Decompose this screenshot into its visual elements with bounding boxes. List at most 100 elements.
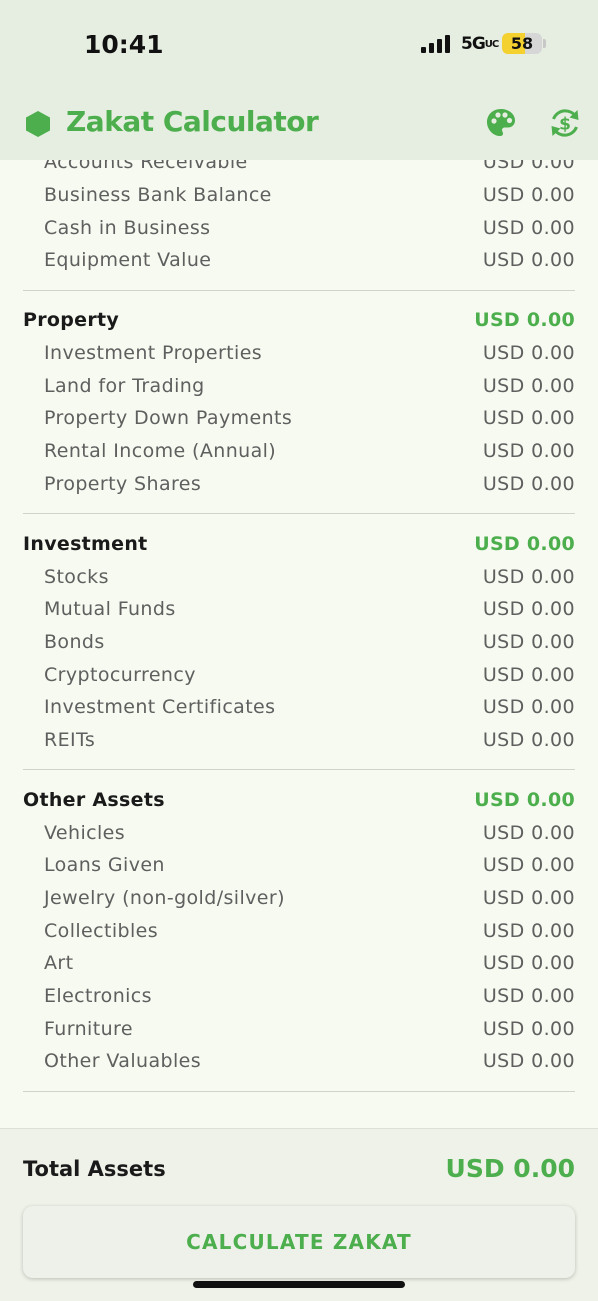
asset-row[interactable]: Vehicles USD 0.00 (0, 816, 598, 849)
svg-text:$: $ (559, 115, 571, 135)
asset-label: Equipment Value (44, 249, 212, 272)
asset-label: REITs (44, 728, 96, 751)
asset-value[interactable]: USD 0.00 (483, 664, 575, 686)
app-title: Zakat Calculator (66, 105, 319, 138)
asset-row[interactable]: Collectibles USD 0.00 (0, 914, 598, 947)
asset-label: Property Down Payments (44, 407, 293, 430)
asset-value[interactable]: USD 0.00 (483, 729, 575, 751)
category-name: Property (23, 309, 120, 332)
battery-tip (543, 39, 546, 48)
asset-row[interactable]: Electronics USD 0.00 (0, 980, 598, 1013)
asset-row[interactable]: Property Down Payments USD 0.00 (0, 402, 598, 435)
app-header: Zakat Calculator $ (0, 90, 598, 160)
asset-label: Rental Income (Annual) (44, 440, 277, 463)
asset-value[interactable]: USD 0.00 (483, 407, 575, 429)
section-divider (23, 769, 575, 771)
status-time: 10:41 (84, 30, 164, 59)
asset-label: Cryptocurrency (44, 663, 196, 686)
asset-value[interactable]: USD 0.00 (483, 440, 575, 462)
asset-row[interactable]: Loans Given USD 0.00 (0, 849, 598, 882)
asset-label: Investment Properties (44, 342, 263, 365)
asset-row[interactable]: Rental Income (Annual) USD 0.00 (0, 435, 598, 468)
category-total: USD 0.00 (474, 788, 575, 811)
asset-row[interactable]: Property Shares USD 0.00 (0, 468, 598, 501)
asset-row[interactable]: Equipment Value USD 0.00 (0, 244, 598, 277)
assets-list-inner: Accounts Receivable USD 0.00 Business Bank… (0, 160, 598, 1105)
category-total: USD 0.00 (474, 309, 575, 332)
category-section: Other Assets USD 0.00 Vehicles USD 0.00 Loan… (0, 783, 598, 1092)
category-header[interactable]: Property USD 0.00 (0, 304, 598, 337)
asset-value[interactable]: USD 0.00 (483, 696, 575, 718)
hexagon-icon (26, 111, 50, 137)
category-header[interactable]: Other Assets USD 0.00 (0, 783, 598, 816)
asset-label: Property Shares (44, 472, 202, 495)
asset-label: Jewelry (non-gold/silver) (44, 887, 285, 910)
total-assets-label: Total Assets (23, 1157, 166, 1181)
asset-value[interactable]: USD 0.00 (483, 342, 575, 364)
asset-label: Accounts Receivable (44, 160, 248, 174)
battery-icon: 58 (502, 33, 542, 54)
asset-value[interactable]: USD 0.00 (483, 985, 575, 1007)
assets-list[interactable]: Accounts Receivable USD 0.00 Business Bank… (0, 160, 598, 1128)
asset-value[interactable]: USD 0.00 (483, 473, 575, 495)
asset-row[interactable]: Land for Trading USD 0.00 (0, 369, 598, 402)
asset-label: Vehicles (44, 821, 126, 844)
section-divider (23, 1090, 575, 1092)
asset-row[interactable]: Mutual Funds USD 0.00 (0, 593, 598, 626)
asset-label: Electronics (44, 985, 152, 1008)
asset-row[interactable]: Jewelry (non-gold/silver) USD 0.00 (0, 882, 598, 915)
calculate-zakat-button[interactable]: CALCULATE ZAKAT (23, 1206, 575, 1278)
asset-row[interactable]: Business Bank Balance USD 0.00 (0, 179, 598, 212)
asset-value[interactable]: USD 0.00 (483, 1050, 575, 1072)
total-assets-value: USD 0.00 (445, 1154, 575, 1183)
asset-row[interactable]: Bonds USD 0.00 (0, 626, 598, 659)
asset-value[interactable]: USD 0.00 (483, 598, 575, 620)
categories: Property USD 0.00 Investment Properties USD… (0, 304, 598, 1092)
asset-value[interactable]: USD 0.00 (483, 249, 575, 271)
asset-label: Art (44, 952, 74, 975)
asset-row[interactable]: Cash in Business USD 0.00 (0, 211, 598, 244)
asset-value[interactable]: USD 0.00 (483, 920, 575, 942)
asset-value[interactable]: USD 0.00 (483, 822, 575, 844)
asset-value[interactable]: USD 0.00 (483, 375, 575, 397)
category-header[interactable]: Investment USD 0.00 (0, 527, 598, 560)
category-section: Property USD 0.00 Investment Properties USD… (0, 304, 598, 515)
status-bar: 10:41 5GUC 58 (0, 0, 598, 90)
asset-label: Mutual Funds (44, 598, 176, 621)
asset-value[interactable]: USD 0.00 (483, 1018, 575, 1040)
asset-value[interactable]: USD 0.00 (483, 631, 575, 653)
asset-row[interactable]: Investment Properties USD 0.00 (0, 337, 598, 370)
asset-row[interactable]: Investment Certificates USD 0.00 (0, 691, 598, 724)
cellular-signal-icon (421, 35, 450, 53)
asset-value[interactable]: USD 0.00 (483, 566, 575, 588)
asset-label: Furniture (44, 1017, 133, 1040)
asset-value[interactable]: USD 0.00 (483, 854, 575, 876)
asset-value[interactable]: USD 0.00 (483, 160, 575, 173)
asset-row[interactable]: Other Valuables USD 0.00 (0, 1045, 598, 1078)
battery-percent: 58 (510, 34, 534, 53)
asset-label: Investment Certificates (44, 696, 276, 719)
category-name: Investment (23, 532, 148, 555)
asset-row[interactable]: Furniture USD 0.00 (0, 1012, 598, 1045)
asset-label: Land for Trading (44, 374, 205, 397)
currency-swap-icon[interactable]: $ (548, 106, 582, 140)
asset-row[interactable]: Art USD 0.00 (0, 947, 598, 980)
asset-label: Stocks (44, 565, 109, 588)
asset-row[interactable]: Stocks USD 0.00 (0, 560, 598, 593)
asset-value[interactable]: USD 0.00 (483, 952, 575, 974)
asset-value[interactable]: USD 0.00 (483, 887, 575, 909)
network-type: 5GUC (461, 34, 499, 54)
asset-row[interactable]: Accounts Receivable USD 0.00 (0, 160, 598, 179)
asset-value[interactable]: USD 0.00 (483, 217, 575, 239)
asset-row[interactable]: REITs USD 0.00 (0, 724, 598, 757)
asset-label: Business Bank Balance (44, 184, 272, 207)
asset-value[interactable]: USD 0.00 (483, 184, 575, 206)
section-divider (23, 513, 575, 515)
section-divider (23, 289, 575, 291)
category-total: USD 0.00 (474, 532, 575, 555)
category-section: Investment USD 0.00 Stocks USD 0.00 Mutual F… (0, 527, 598, 771)
palette-icon[interactable] (484, 106, 518, 140)
asset-row[interactable]: Cryptocurrency USD 0.00 (0, 658, 598, 691)
asset-label: Cash in Business (44, 216, 211, 239)
category-name: Other Assets (23, 788, 165, 811)
